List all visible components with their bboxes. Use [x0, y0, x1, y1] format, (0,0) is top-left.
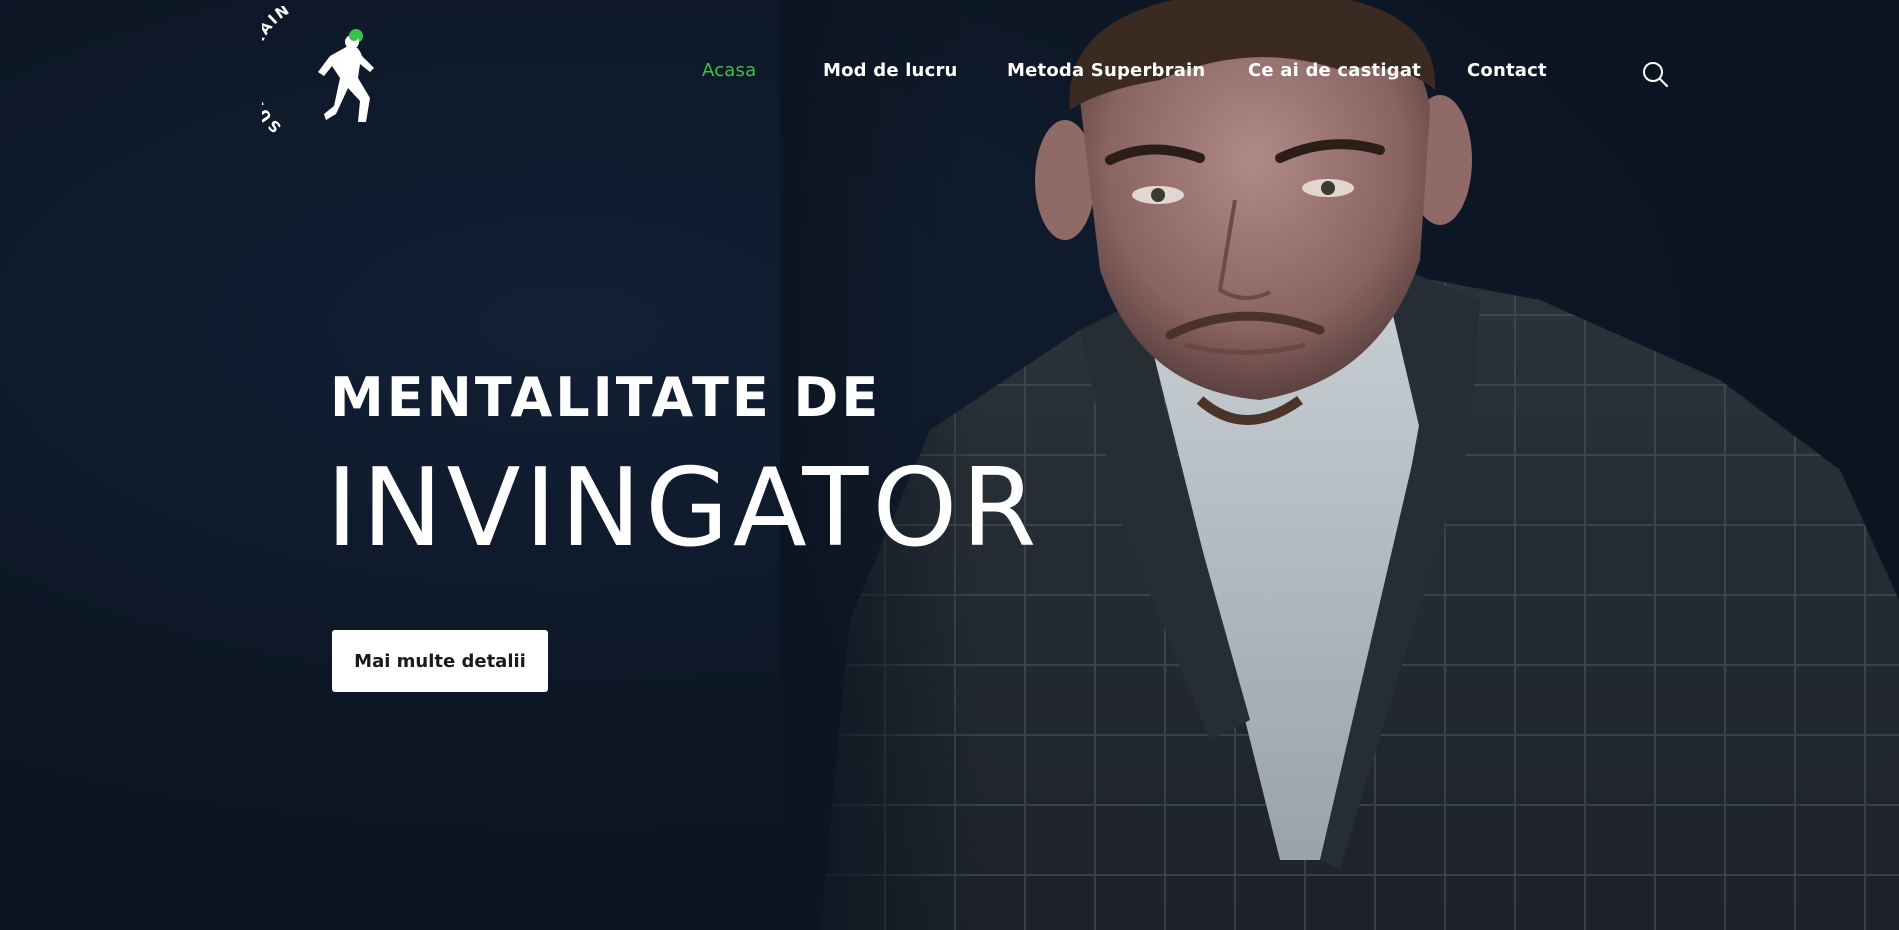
- nav-item-metoda-superbrain[interactable]: Metoda Superbrain: [1007, 60, 1205, 81]
- hero-headline-main: INVINGATOR: [326, 446, 1041, 571]
- search-icon[interactable]: [1640, 60, 1670, 90]
- hero-headline-top: MENTALITATE DE: [330, 366, 882, 429]
- hero-section: SUPER BRAIN Acasa Mod de lucru Metoda Su…: [0, 0, 1899, 930]
- nav-item-mod-de-lucru[interactable]: Mod de lucru: [823, 60, 958, 81]
- super-brain-logo[interactable]: SUPER BRAIN: [262, 6, 392, 146]
- logo-text: SUPER BRAIN: [262, 6, 292, 136]
- svg-text:SUPER BRAIN: SUPER BRAIN: [262, 6, 294, 136]
- nav-item-acasa[interactable]: Acasa: [702, 60, 756, 81]
- nav-item-ce-ai-de-castigat[interactable]: Ce ai de castigat: [1248, 60, 1421, 81]
- nav-item-contact[interactable]: Contact: [1467, 60, 1547, 81]
- more-details-button[interactable]: Mai multe detalii: [332, 630, 548, 692]
